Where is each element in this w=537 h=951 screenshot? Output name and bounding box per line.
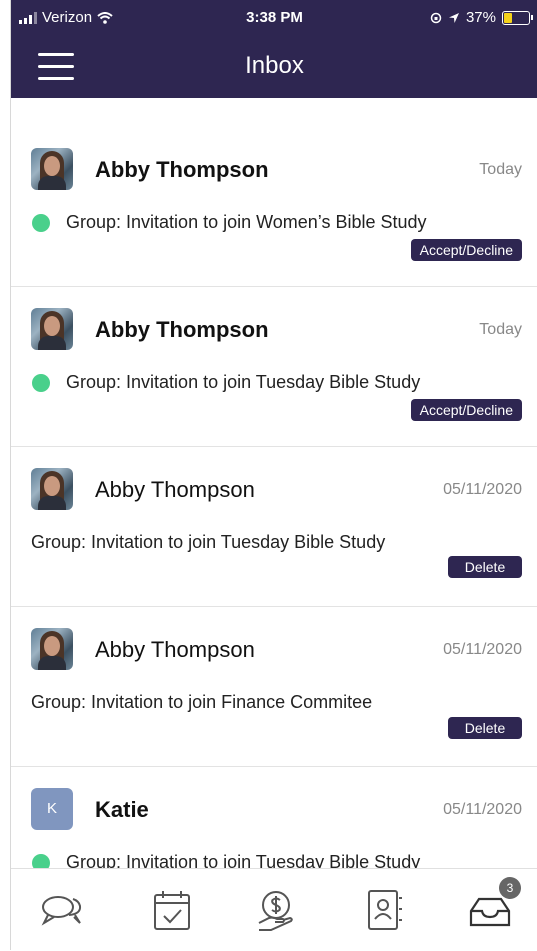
message-date: 05/11/2020 xyxy=(443,641,522,658)
battery-icon xyxy=(502,10,533,25)
message-date: Today xyxy=(479,321,522,338)
status-bar: Verizon 3:38 PM 37% xyxy=(11,0,537,36)
message-sender: Abby Thompson xyxy=(95,317,269,342)
message-item[interactable]: K Katie 05/11/2020 Group: Invitation to … xyxy=(11,766,537,868)
inbox-badge: 3 xyxy=(499,877,521,899)
orientation-lock-icon xyxy=(430,12,442,23)
inbox-list[interactable]: Abby Thompson Today Group: Invitation to… xyxy=(11,98,537,868)
chat-icon xyxy=(41,896,82,926)
avatar: K xyxy=(31,788,73,830)
page-title: Inbox xyxy=(245,52,304,79)
message-text: Group: Invitation to join Tuesday Bible … xyxy=(31,532,386,552)
avatar xyxy=(31,308,73,350)
tab-chat[interactable] xyxy=(39,887,85,933)
message-item[interactable]: Abby Thompson Today Group: Invitation to… xyxy=(11,126,537,287)
accept-decline-button[interactable]: Accept/Decline xyxy=(410,399,522,421)
avatar xyxy=(31,468,73,510)
unread-dot-icon xyxy=(32,854,50,868)
tab-giving[interactable] xyxy=(253,887,299,933)
message-item[interactable]: Abby Thompson 05/11/2020 Group: Invitati… xyxy=(11,446,537,607)
tab-bar: 3 xyxy=(11,868,537,951)
directory-icon xyxy=(368,890,402,930)
message-item[interactable]: Abby Thompson Today Group: Invitation to… xyxy=(11,286,537,447)
message-sender: Abby Thompson xyxy=(95,157,269,182)
message-date: 05/11/2020 xyxy=(443,801,522,818)
message-text: Group: Invitation to join Finance Commit… xyxy=(31,692,373,712)
unread-dot-icon xyxy=(32,374,50,392)
accept-decline-button[interactable]: Accept/Decline xyxy=(410,239,522,261)
message-sender: Abby Thompson xyxy=(95,637,255,662)
message-sender: Katie xyxy=(95,797,149,822)
delete-button[interactable]: Delete xyxy=(448,717,522,739)
avatar xyxy=(31,628,73,670)
message-text: Group: Invitation to join Women’s Bible … xyxy=(66,212,427,232)
delete-button[interactable]: Delete xyxy=(448,556,522,578)
message-text: Group: Invitation to join Tuesday Bible … xyxy=(66,852,421,868)
unread-dot-icon xyxy=(32,214,50,232)
message-date: Today xyxy=(479,161,522,178)
message-text: Group: Invitation to join Tuesday Bible … xyxy=(66,372,421,392)
battery-percent: 37% xyxy=(465,9,496,26)
calendar-check-icon xyxy=(154,891,190,930)
tab-inbox[interactable]: 3 xyxy=(467,877,521,933)
giving-icon xyxy=(258,891,293,931)
avatar xyxy=(31,148,73,190)
battery-level-fill xyxy=(504,12,512,23)
message-date: 05/11/2020 xyxy=(443,481,522,498)
app-frame: Verizon 3:38 PM 37% Inbox Abby Thompson … xyxy=(10,0,537,951)
status-right: 37% xyxy=(430,9,533,26)
nav-bar: Inbox xyxy=(11,36,537,98)
tab-calendar[interactable] xyxy=(149,887,195,933)
message-sender: Abby Thompson xyxy=(95,477,255,502)
location-arrow-icon xyxy=(448,12,459,23)
tab-directory[interactable] xyxy=(361,887,407,933)
message-item[interactable]: Abby Thompson 05/11/2020 Group: Invitati… xyxy=(11,606,537,767)
